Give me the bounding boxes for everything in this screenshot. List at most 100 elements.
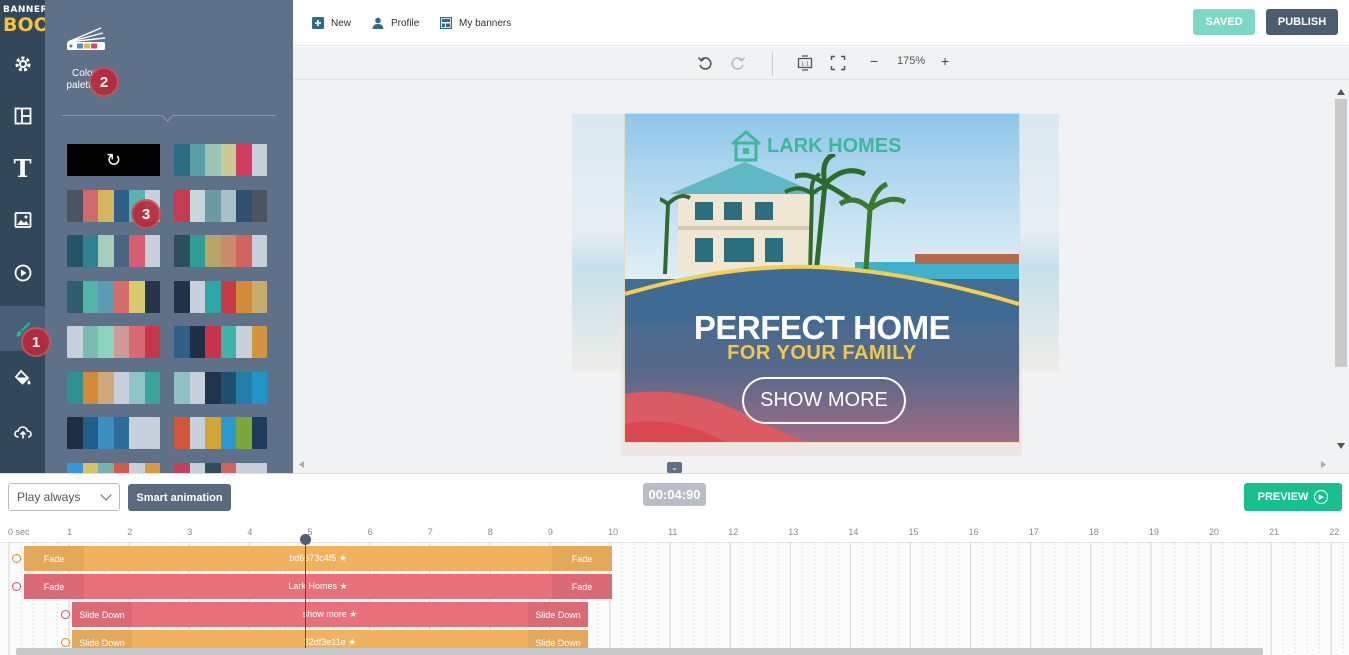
eye-icon[interactable] (12, 582, 21, 591)
playhead-handle[interactable] (300, 534, 311, 545)
timeline-horizontal-scrollbar[interactable] (16, 648, 1263, 655)
canvas-horizontal-scrollbar[interactable] (293, 457, 1333, 471)
images-button[interactable] (0, 194, 45, 246)
saved-button[interactable]: SAVED (1193, 9, 1255, 35)
fill-button[interactable] (0, 352, 45, 404)
expand-timeline-button[interactable]: ⌄ (667, 462, 682, 473)
animation-out-handle[interactable]: Fade (552, 574, 612, 599)
eye-icon[interactable] (61, 638, 70, 647)
house-logo-icon (731, 130, 761, 162)
palette-color (174, 235, 190, 267)
ruler-tick-label: 20 (1209, 527, 1220, 537)
palette-color (67, 417, 83, 449)
my-banners-button[interactable]: My banners (440, 15, 511, 31)
palette-swatch[interactable] (174, 280, 267, 313)
track-layer-name[interactable]: Lark Homes ★ (84, 581, 552, 592)
animation-out-handle[interactable]: Fade (552, 546, 612, 571)
text-icon: T (13, 153, 32, 183)
track-layer-name[interactable]: bd6673c4f5 ★ (84, 553, 552, 564)
palette-color (82, 189, 98, 222)
logo-line-2: BOO (3, 14, 50, 36)
play-mode-select[interactable]: Play always (8, 483, 120, 511)
eye-icon[interactable] (12, 554, 21, 563)
profile-button[interactable]: Profile (372, 15, 419, 31)
animation-out-handle[interactable]: Slide Down (528, 602, 588, 627)
palette-color (144, 235, 160, 267)
undo-icon[interactable] (697, 55, 713, 71)
publish-button[interactable]: PUBLISH (1266, 9, 1338, 35)
playhead[interactable] (305, 537, 306, 655)
preview-button[interactable]: PREVIEW ▶ (1244, 483, 1342, 511)
palette-swatch[interactable] (174, 144, 267, 176)
palette-color (236, 371, 252, 404)
palette-color (236, 189, 252, 222)
palette-swatch[interactable] (67, 462, 160, 473)
actual-size-icon[interactable]: 1:1 (797, 55, 813, 71)
eye-icon[interactable] (61, 610, 70, 619)
zoom-level: 175% (897, 55, 926, 67)
ruler-tick-label: 22 (1329, 527, 1340, 537)
ruler-tick-label: 1 (67, 527, 73, 537)
color-palettes-icon[interactable] (65, 26, 107, 54)
zoom-in-button[interactable]: + (941, 53, 949, 69)
palette-color (205, 189, 221, 222)
vertical-scroll-thumb[interactable] (1335, 99, 1347, 367)
palette-swatch[interactable] (174, 417, 267, 449)
banner-canvas[interactable]: LARK HOMES PERFECT HOME FOR YOUR FAMILY … (625, 114, 1019, 442)
palette-swatch[interactable] (67, 280, 160, 313)
palette-swatch[interactable] (67, 371, 160, 404)
new-button[interactable]: New (312, 15, 351, 31)
ruler-tick-label: 0 sec (8, 527, 30, 537)
show-more-cta[interactable]: SHOW MORE (742, 377, 906, 424)
scroll-left-arrow-icon[interactable] (299, 461, 304, 468)
zoom-out-button[interactable]: − (870, 53, 878, 69)
palette-color (113, 417, 129, 449)
palette-swatch[interactable] (67, 326, 160, 358)
palette-color (220, 235, 236, 267)
settings-button[interactable] (0, 38, 45, 90)
text-tool-button[interactable]: T (0, 142, 45, 194)
redo-icon[interactable] (730, 55, 746, 71)
scroll-up-arrow-icon[interactable] (1337, 89, 1345, 95)
ruler-tick-label: 13 (788, 527, 799, 537)
palette-swatch[interactable] (67, 417, 160, 449)
canvas-vertical-scrollbar[interactable] (1333, 87, 1349, 455)
track-layer-name[interactable]: 32df3e11e ★ (132, 637, 528, 648)
palette-swatch[interactable] (67, 235, 160, 267)
palette-swatch[interactable] (174, 235, 267, 267)
banner-subline[interactable]: FOR YOUR FAMILY (625, 342, 1019, 365)
timeline-track[interactable]: Fade Lark Homes ★ Fade (24, 574, 612, 599)
fullscreen-icon[interactable] (830, 55, 846, 71)
palette-swatch[interactable] (174, 326, 267, 358)
palette-color (251, 189, 267, 222)
upload-button[interactable] (0, 406, 45, 458)
smart-animation-button[interactable]: Smart animation (128, 484, 231, 511)
palette-swatch[interactable] (174, 371, 267, 404)
palette-color (189, 280, 205, 313)
palette-swatch[interactable] (174, 189, 267, 222)
ruler-tick-label: 7 (427, 527, 433, 537)
timeline-track[interactable]: Slide Down show more ★ Slide Down (72, 602, 588, 627)
palette-swatch[interactable] (174, 462, 267, 473)
media-button[interactable] (0, 247, 45, 299)
reset-palette-button[interactable]: ↻ (67, 144, 160, 176)
play-circle-icon: ▶ (1314, 490, 1329, 504)
plus-square-icon (312, 17, 324, 29)
track-layer-name[interactable]: show more ★ (132, 609, 528, 620)
scroll-down-arrow-icon[interactable] (1337, 443, 1345, 449)
timeline-track[interactable]: Fade bd6673c4f5 ★ Fade (24, 546, 612, 571)
layouts-button[interactable] (0, 90, 45, 142)
scroll-right-arrow-icon[interactable] (1321, 461, 1326, 468)
time-ruler[interactable]: 0 sec 1 2 3 4 5 6 7 8 9 10 11 12 13 14 15 16 17 18 19 20 21 22 (0, 519, 1349, 543)
palette-color (113, 235, 129, 267)
color-palettes-panel: Color palettes ↻ (45, 0, 293, 473)
palette-color (220, 417, 236, 449)
ruler-tick-label: 2 (127, 527, 133, 537)
bannerboo-logo[interactable]: BANNER BOO (3, 4, 50, 40)
animation-in-handle[interactable]: Fade (24, 574, 84, 599)
canvas-toolbar: 1:1 − 175% + (293, 47, 1349, 80)
animation-in-handle[interactable]: Fade (24, 546, 84, 571)
ruler-tick-label: 18 (1088, 527, 1099, 537)
animation-in-handle[interactable]: Slide Down (72, 602, 132, 627)
palette-color (174, 326, 190, 358)
